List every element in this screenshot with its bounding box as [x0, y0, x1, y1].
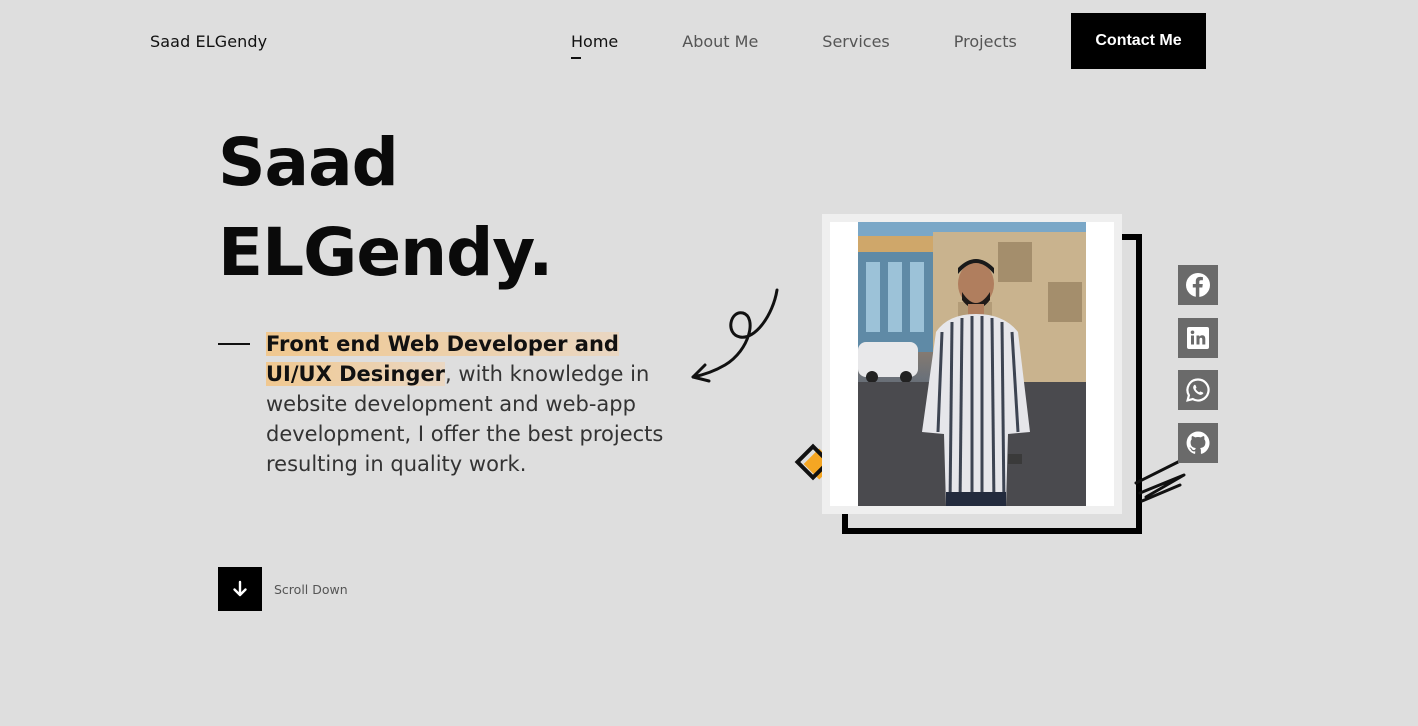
main-nav: Home About Me Services Projects [571, 32, 1081, 59]
whatsapp-button[interactable] [1178, 370, 1218, 410]
github-button[interactable] [1178, 423, 1218, 463]
contact-me-button[interactable]: Contact Me [1071, 13, 1206, 69]
scroll-down-button[interactable] [218, 567, 262, 611]
nav-projects-link[interactable]: Projects [954, 32, 1017, 51]
profile-photo-illustration [858, 222, 1086, 506]
scroll-down-label: Scroll Down [274, 582, 348, 597]
nav-home-link[interactable]: Home [571, 32, 619, 59]
decorative-dash [218, 343, 250, 345]
desc-highlight-role: Front end Web Developer and [266, 332, 619, 356]
curly-arrow-icon [691, 288, 779, 383]
arrow-down-icon [233, 580, 247, 597]
page: Saad ELGendy Home About Me Services Proj… [0, 0, 1418, 726]
brand-logo-text[interactable]: Saad ELGendy [150, 32, 267, 51]
desc-highlight-uiux-text: UI/UX Desinger [266, 362, 446, 386]
profile-photo-frame [822, 214, 1122, 514]
hero-title-line1: Saad [218, 124, 399, 201]
profile-photo [858, 222, 1086, 506]
active-nav-indicator [571, 57, 581, 59]
hero-title: Saad ELGendy. [218, 118, 553, 298]
linkedin-icon [1187, 327, 1209, 349]
facebook-button[interactable] [1178, 265, 1218, 305]
github-icon [1186, 431, 1210, 454]
hero-description: Front end Web Developer and UI/UX Desinge… [266, 329, 706, 479]
linkedin-button[interactable] [1178, 318, 1218, 358]
facebook-icon [1186, 273, 1210, 297]
nav-services-link[interactable]: Services [822, 32, 889, 51]
whatsapp-icon [1186, 378, 1210, 402]
hero-title-line2: ELGendy. [218, 214, 553, 291]
desc-highlight-uiux: UI/UX Desinger [266, 362, 446, 386]
nav-home-label: Home [571, 32, 619, 51]
nav-about-link[interactable]: About Me [682, 32, 758, 51]
profile-photo-mat [830, 222, 1114, 506]
